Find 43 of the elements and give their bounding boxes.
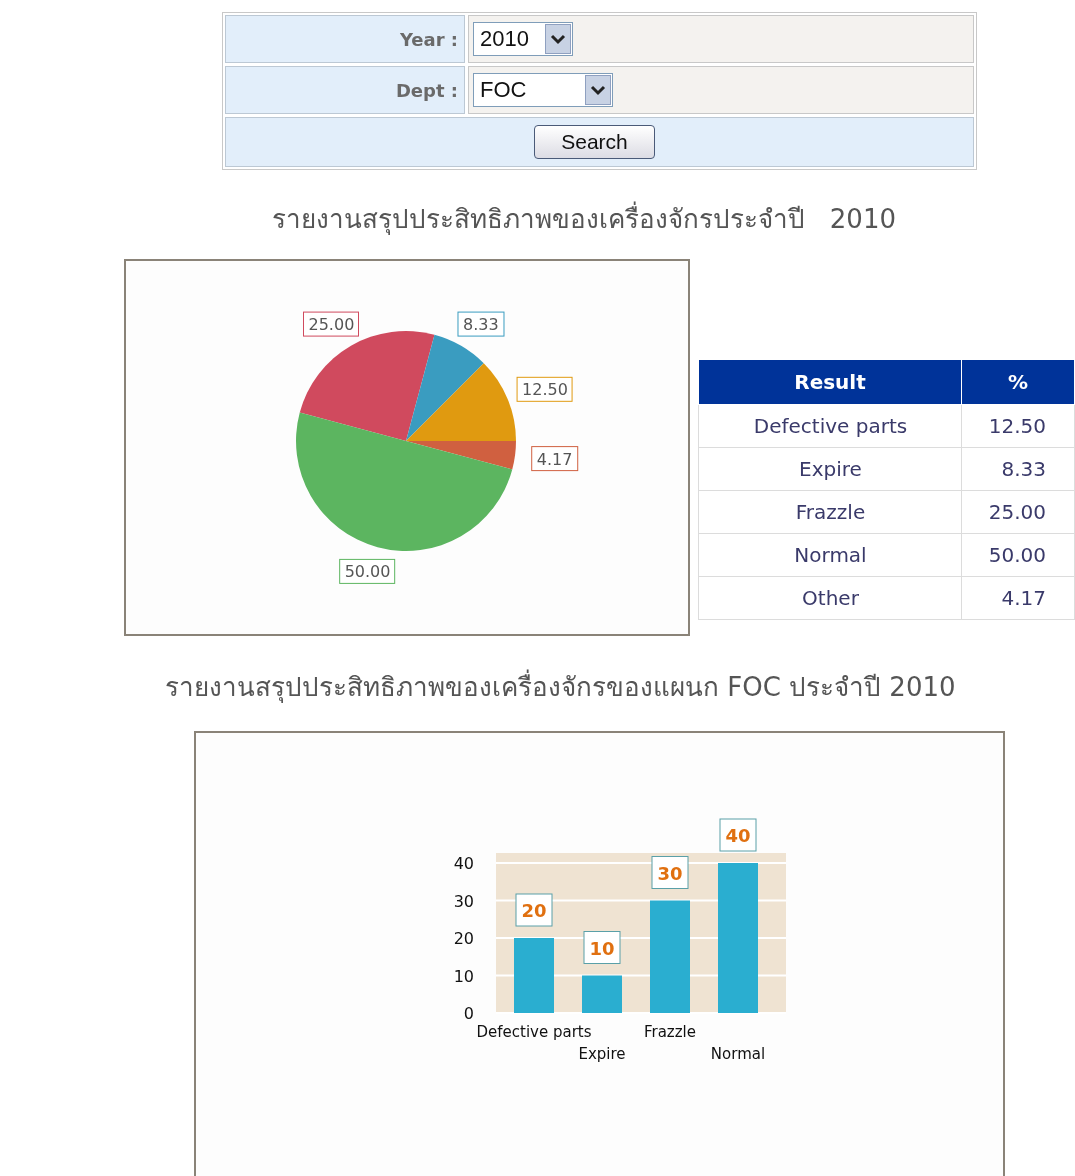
field-label: Year : xyxy=(225,15,465,63)
category-label: Normal xyxy=(710,1045,766,1063)
data-label: 10 xyxy=(583,931,621,964)
data-label: 40 xyxy=(725,825,751,846)
value-label: 8.33 xyxy=(457,311,505,337)
report-title: รายงานสรุปประสิทธิภาพของเครื่องจักรประจำปี 2010 xyxy=(272,198,896,239)
report-title: รายงานสรุปประสิทธิภาพของเครื่องจักรของแผนก FOC ประจำปี 2010 xyxy=(165,666,956,707)
table-cell: 4.17 xyxy=(961,576,1075,620)
data-label: 40 xyxy=(719,818,757,852)
value-label: 12.50 xyxy=(516,376,573,402)
caret-icon xyxy=(545,24,571,54)
category-label: Defective parts xyxy=(476,1023,592,1041)
data-label: 30 xyxy=(651,856,689,889)
value-label: 50.00 xyxy=(339,558,396,584)
data-label: 20 xyxy=(521,900,547,921)
table-cell: Other xyxy=(698,576,962,620)
column-header: Result xyxy=(698,359,962,405)
column-header: % xyxy=(961,359,1075,405)
axis-tick-label: 0 xyxy=(463,1004,474,1023)
table-cell: Defective parts xyxy=(698,404,962,448)
value-label: 25.00 xyxy=(303,311,359,337)
axis-tick-label: 40 xyxy=(453,854,474,873)
axis-tick-label: 20 xyxy=(453,929,474,948)
table-cell: Frazzle xyxy=(698,490,962,534)
caret-icon xyxy=(585,75,611,105)
value-label: 4.17 xyxy=(531,446,579,472)
table-cell: Expire xyxy=(698,447,962,491)
axis-tick-label: 10 xyxy=(453,966,474,986)
category-label: Expire xyxy=(578,1045,626,1063)
data-label: 10 xyxy=(589,937,615,959)
data-label: 30 xyxy=(657,862,683,884)
table-cell: 50.00 xyxy=(961,533,1075,577)
dropdown[interactable]: FOC xyxy=(473,73,613,107)
table-cell: Normal xyxy=(698,533,962,577)
dropdown[interactable]: 2010 xyxy=(473,22,573,56)
search-button[interactable]: Search xyxy=(534,125,655,159)
table-cell: 8.33 xyxy=(961,447,1075,491)
table-cell: 12.50 xyxy=(961,404,1075,448)
table-cell: 25.00 xyxy=(961,490,1075,534)
field-label: Dept : xyxy=(225,66,465,114)
axis-tick-label: 30 xyxy=(453,891,474,911)
category-label: Frazzle xyxy=(644,1023,696,1041)
data-label: 20 xyxy=(515,893,553,927)
